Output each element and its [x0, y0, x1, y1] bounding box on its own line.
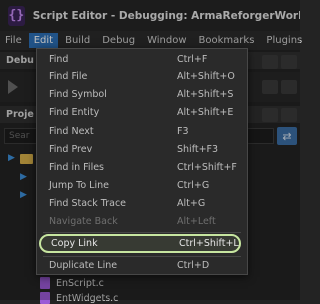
menu-build[interactable]: Build	[60, 33, 95, 48]
menu-item-jump-to-line[interactable]: Jump To Line Ctrl+G	[37, 177, 247, 194]
panel-pin-icon[interactable]	[262, 55, 278, 69]
stop-icon[interactable]	[281, 80, 297, 94]
menu-plugins[interactable]: Plugins	[261, 33, 307, 48]
edit-menu-dropdown: Find Ctrl+F Find File Alt+Shift+O Find S…	[36, 48, 248, 275]
menu-separator	[43, 232, 241, 233]
menu-item-find-symbol[interactable]: Find Symbol Alt+Shift+S	[37, 86, 247, 103]
title-bar: {} Script Editor - Debugging: ArmaReforg…	[0, 0, 300, 31]
menu-item-find-entity[interactable]: Find Entity Alt+Shift+E	[37, 104, 247, 121]
file-name: EnScript.c	[56, 277, 104, 289]
panel-close-icon[interactable]	[281, 55, 297, 69]
play-icon[interactable]	[8, 80, 18, 94]
project-pin-icon[interactable]	[262, 108, 278, 122]
swap-icon[interactable]: ⇄	[277, 127, 297, 145]
project-close-icon[interactable]	[281, 108, 297, 122]
expand-arrow-icon[interactable]: ▶	[20, 172, 27, 182]
menu-file[interactable]: File	[0, 33, 27, 48]
step-icon[interactable]	[262, 80, 278, 94]
menu-debug[interactable]: Debug	[97, 33, 140, 48]
menu-item-copy-link[interactable]: Copy Link Ctrl+Shift+L	[39, 234, 241, 253]
folder-icon	[20, 154, 33, 164]
menu-bookmarks[interactable]: Bookmarks	[194, 33, 260, 48]
menu-item-navigate-back: Navigate Back Alt+Left	[49, 216, 216, 227]
menu-window[interactable]: Window	[142, 33, 191, 48]
menu-item-find-next[interactable]: Find Next F3	[37, 123, 247, 140]
file-row[interactable]: EntWidgets.c	[40, 292, 118, 304]
menu-item-duplicate-line[interactable]: Duplicate Line Ctrl+D	[37, 257, 247, 274]
expand-arrow-icon[interactable]: ▶	[8, 153, 15, 163]
menu-item-find-prev[interactable]: Find Prev Shift+F3	[37, 141, 247, 158]
file-row[interactable]: EnScript.c	[40, 277, 104, 289]
script-file-icon	[40, 292, 50, 304]
expand-arrow-icon[interactable]: ▶	[20, 190, 27, 200]
file-name: EntWidgets.c	[56, 292, 119, 304]
menu-item-find-file[interactable]: Find File Alt+Shift+O	[37, 68, 247, 85]
script-editor-icon: {}	[8, 5, 25, 26]
window-title: Script Editor - Debugging: ArmaReforgerW…	[32, 9, 300, 22]
menu-edit[interactable]: Edit	[28, 33, 59, 48]
menu-item-find-in-files[interactable]: Find in Files Ctrl+Shift+F	[37, 159, 247, 176]
menu-item-find[interactable]: Find Ctrl+F	[37, 51, 247, 68]
script-file-icon	[40, 277, 50, 289]
menu-item-find-stack-trace[interactable]: Find Stack Trace Alt+G	[37, 195, 247, 212]
